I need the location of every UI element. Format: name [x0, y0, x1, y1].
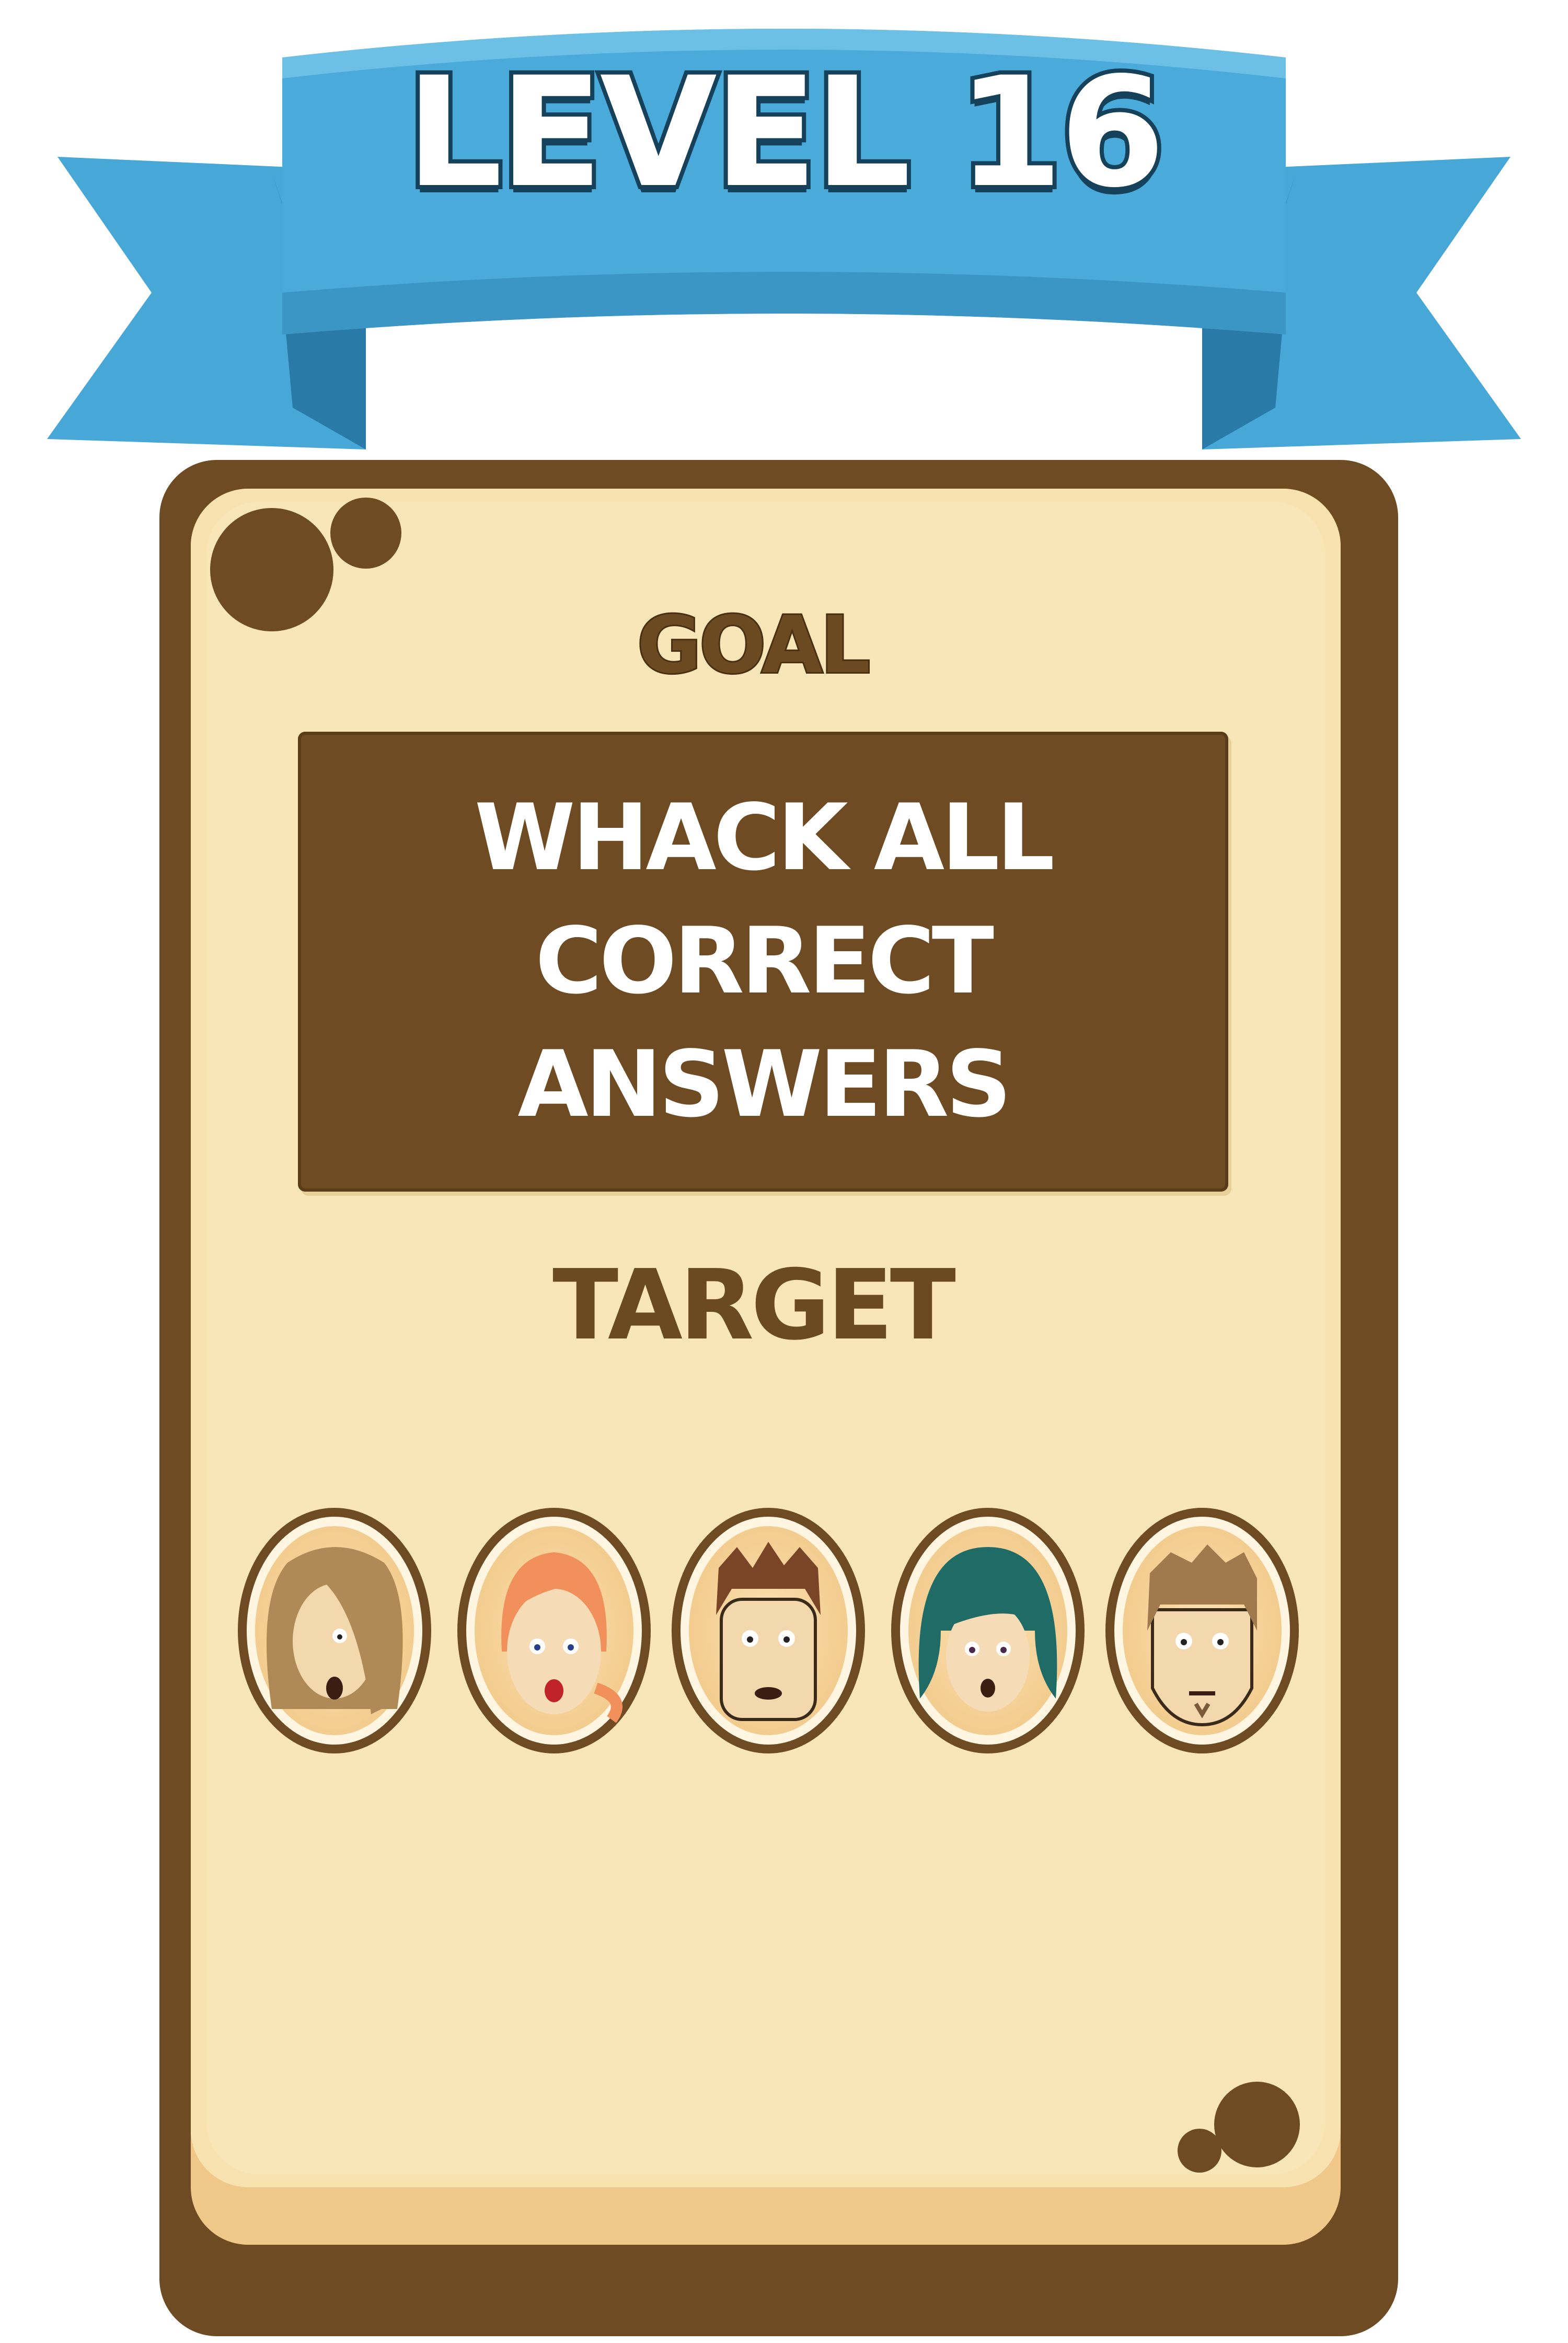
avatar-face-3 — [672, 1508, 865, 1753]
target-faces — [238, 1508, 1299, 1753]
avatar-face-5 — [1105, 1508, 1299, 1753]
avatar-face-4 — [891, 1508, 1085, 1753]
avatar-face-1 — [238, 1508, 431, 1753]
avatar-face-2 — [457, 1508, 651, 1753]
